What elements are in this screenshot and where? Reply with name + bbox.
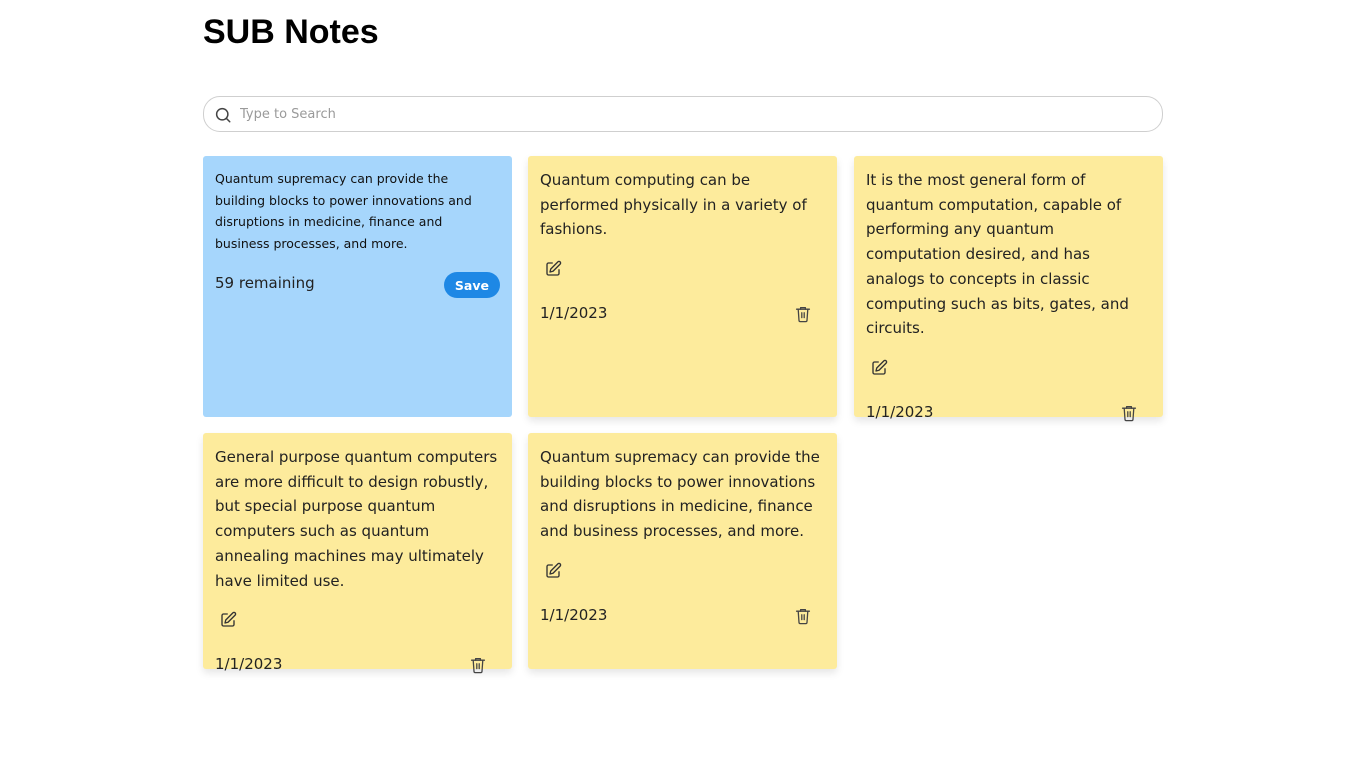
new-note-footer: 59 remaining Save	[215, 272, 500, 298]
new-note-textarea[interactable]	[215, 168, 500, 260]
note-footer: 1/1/2023	[215, 655, 500, 677]
note-text: General purpose quantum computers are mo…	[215, 448, 498, 590]
characters-remaining: 59 remaining	[215, 274, 315, 292]
note-footer: 1/1/2023	[540, 304, 825, 326]
note-footer: 1/1/2023	[866, 403, 1151, 425]
note-card: Quantum computing can be performed physi…	[528, 156, 837, 417]
edit-icon[interactable]	[870, 359, 888, 377]
edit-icon[interactable]	[544, 260, 562, 278]
note-text: Quantum supremacy can provide the buildi…	[540, 448, 820, 541]
note-card: General purpose quantum computers are mo…	[203, 433, 512, 674]
note-text: It is the most general form of quantum c…	[866, 171, 1129, 338]
note-date: 1/1/2023	[215, 655, 283, 674]
edit-icon[interactable]	[219, 611, 237, 629]
search-icon	[215, 107, 231, 123]
trash-icon[interactable]	[470, 656, 486, 674]
search-bar[interactable]	[203, 96, 1163, 132]
note-date: 1/1/2023	[540, 605, 608, 624]
note-date: 1/1/2023	[540, 304, 608, 323]
note-footer: 1/1/2023	[540, 606, 825, 628]
edit-icon[interactable]	[544, 562, 562, 580]
app-title: SUB Notes	[203, 13, 379, 51]
note-card: It is the most general form of quantum c…	[854, 156, 1163, 422]
note-text: Quantum computing can be performed physi…	[540, 171, 807, 239]
note-date: 1/1/2023	[866, 402, 934, 421]
search-input[interactable]	[240, 97, 1140, 131]
note-card: Quantum supremacy can provide the buildi…	[528, 433, 837, 669]
trash-icon[interactable]	[795, 305, 811, 323]
trash-icon[interactable]	[1121, 404, 1137, 422]
save-button[interactable]: Save	[443, 272, 500, 298]
trash-icon[interactable]	[795, 607, 811, 625]
new-note-card: 59 remaining Save	[203, 156, 512, 417]
